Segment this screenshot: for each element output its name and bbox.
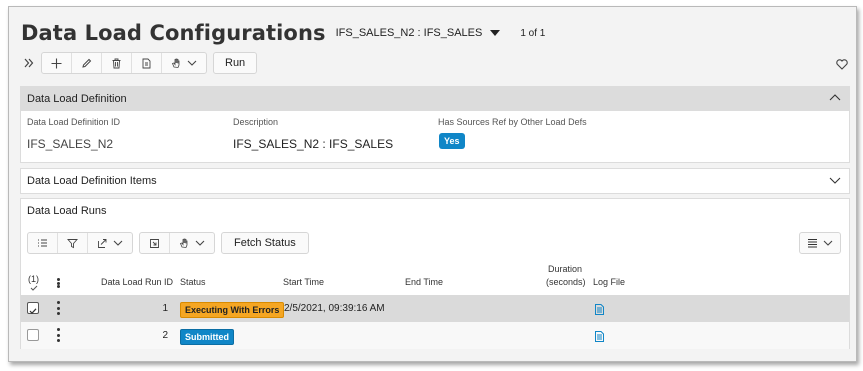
chevron-down-icon <box>195 240 205 246</box>
chevron-down-icon <box>823 240 833 246</box>
header-kebab-icon[interactable] <box>57 278 60 288</box>
has-sources-ref-badge: Yes <box>439 133 465 149</box>
export-icon <box>98 238 107 248</box>
runs-toolbar: Fetch Status <box>27 232 309 254</box>
col-end-time[interactable]: End Time <box>405 277 443 287</box>
fetch-status-button[interactable]: Fetch Status <box>221 232 309 254</box>
favorite-heart-icon[interactable] <box>836 57 848 75</box>
log-file-icon[interactable] <box>595 302 604 320</box>
table-row[interactable]: 2 Submitted <box>21 322 849 349</box>
definition-panel-header[interactable]: Data Load Definition <box>21 87 849 111</box>
run-button[interactable]: Run <box>213 52 258 74</box>
row-checkbox[interactable] <box>27 302 39 315</box>
record-actions <box>41 52 207 74</box>
add-icon[interactable] <box>42 53 72 73</box>
check-icon[interactable] <box>30 285 38 291</box>
caret-down-icon <box>490 30 501 36</box>
description-value: IFS_SALES_N2 : IFS_SALES <box>233 137 394 151</box>
columns-icon <box>808 238 817 248</box>
hand-menu-button[interactable] <box>170 233 214 253</box>
col-duration-unit: (seconds) <box>546 277 586 287</box>
open-icon[interactable] <box>140 233 170 253</box>
filter-icon[interactable] <box>58 233 88 253</box>
record-count: 1 of 1 <box>520 27 546 39</box>
export-menu-button[interactable] <box>88 233 132 253</box>
runs-panel-header: Data Load Runs <box>21 199 849 223</box>
run-id-cell: 2 <box>162 330 168 341</box>
row-kebab-icon[interactable] <box>57 328 60 342</box>
list-view-icon[interactable] <box>28 233 58 253</box>
status-badge: Executing With Errors <box>180 302 285 318</box>
hand-menu-button[interactable] <box>162 53 206 73</box>
record-selector-label: IFS_SALES_N2 : IFS_SALES <box>335 27 483 39</box>
title-row: Data Load Configurations IFS_SALES_N2 : … <box>21 17 545 49</box>
definition-panel: Data Load Definition Data Load Definitio… <box>20 86 850 163</box>
definition-panel-title: Data Load Definition <box>27 93 127 105</box>
has-sources-ref-label: Has Sources Ref by Other Load Defs <box>438 117 587 127</box>
chevron-down-icon <box>187 60 197 66</box>
col-start-time[interactable]: Start Time <box>283 277 324 287</box>
table-row[interactable]: 1 Executing With Errors 2/5/2021, 09:39:… <box>21 295 849 322</box>
description-label: Description <box>233 117 279 127</box>
record-selector[interactable]: IFS_SALES_N2 : IFS_SALES <box>336 27 501 39</box>
col-log-file[interactable]: Log File <box>593 277 625 287</box>
definition-id-label: Data Load Definition ID <box>27 117 121 127</box>
delete-icon[interactable] <box>102 53 132 73</box>
expand-icon[interactable] <box>21 52 37 74</box>
selected-count: (1) <box>28 274 39 284</box>
edit-icon[interactable] <box>72 53 102 73</box>
hand-icon <box>171 58 180 68</box>
log-file-icon[interactable] <box>595 329 604 347</box>
definition-id-value: IFS_SALES_N2 <box>27 137 114 151</box>
status-badge: Submitted <box>180 329 234 345</box>
row-kebab-icon[interactable] <box>57 301 60 315</box>
app-window: Data Load Configurations IFS_SALES_N2 : … <box>8 6 857 362</box>
col-run-id[interactable]: Data Load Run ID <box>101 277 173 287</box>
col-duration[interactable]: Duration <box>548 264 582 274</box>
runs-record-actions <box>139 232 215 254</box>
column-settings-button[interactable] <box>799 232 841 254</box>
chevron-up-icon[interactable] <box>829 93 841 103</box>
start-time-cell: 2/5/2021, 09:39:16 AM <box>284 303 385 314</box>
items-panel-header[interactable]: Data Load Definition Items <box>21 169 849 193</box>
run-id-cell: 1 <box>162 303 168 314</box>
runs-panel-title: Data Load Runs <box>27 205 107 217</box>
row-checkbox[interactable] <box>27 329 39 341</box>
items-panel-title: Data Load Definition Items <box>27 175 157 187</box>
runs-view-actions <box>27 232 133 254</box>
hand-icon <box>179 238 188 248</box>
col-status[interactable]: Status <box>180 277 206 287</box>
duplicate-icon[interactable] <box>132 53 162 73</box>
main-toolbar: Run <box>21 51 258 75</box>
page-title: Data Load Configurations <box>21 21 326 45</box>
items-panel: Data Load Definition Items <box>20 168 850 194</box>
runs-panel: Data Load Runs Fetch Status (1) Data Loa… <box>20 198 850 349</box>
chevron-down-icon[interactable] <box>829 175 841 185</box>
chevron-down-icon <box>113 240 123 246</box>
